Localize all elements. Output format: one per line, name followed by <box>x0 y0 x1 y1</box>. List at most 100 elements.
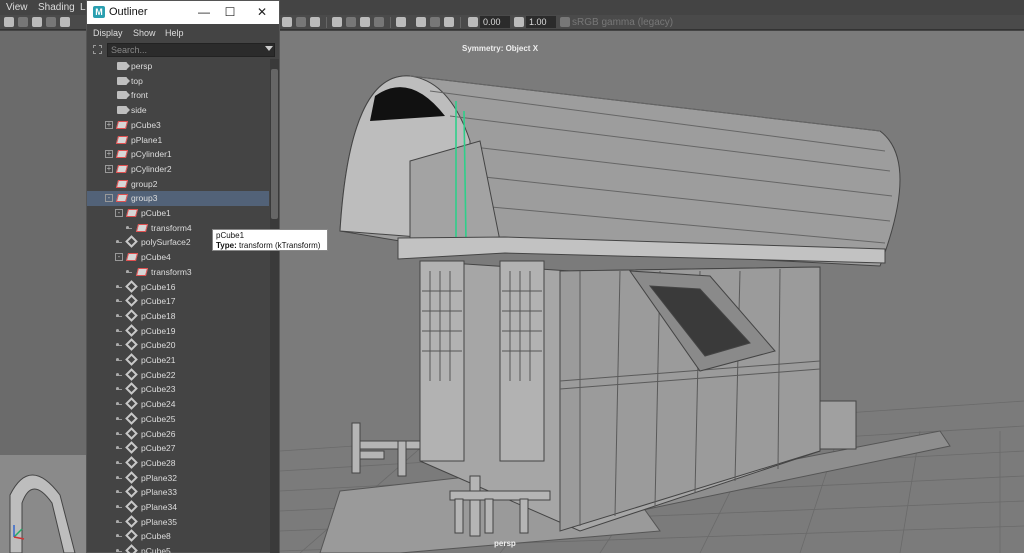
outliner-item[interactable]: pCube17 <box>87 294 269 309</box>
scrollbar-thumb[interactable] <box>271 69 278 219</box>
outliner-titlebar[interactable]: M Outliner — ☐ ✕ <box>87 1 279 24</box>
exposure-icon[interactable] <box>468 17 478 27</box>
outliner-scrollbar[interactable] <box>270 59 279 553</box>
ambient-occlusion-icon[interactable] <box>360 17 370 27</box>
close-button[interactable]: ✕ <box>253 4 271 20</box>
tree-node-dot <box>126 269 129 273</box>
image-plane-icon[interactable] <box>46 17 56 27</box>
tree-node-dot <box>116 313 119 317</box>
outliner-item-label: pCylinder1 <box>131 149 172 160</box>
gamma-field[interactable]: 1.00 <box>526 16 556 28</box>
minimize-button[interactable]: — <box>195 4 213 20</box>
outliner-item[interactable]: side <box>87 103 269 118</box>
outliner-item[interactable]: - pCube1 <box>87 206 269 221</box>
tree-node-dot <box>116 372 119 376</box>
collapse-icon[interactable]: - <box>115 209 123 217</box>
outliner-item[interactable]: + pCube3 <box>87 118 269 133</box>
xray-joints-icon[interactable] <box>430 17 440 27</box>
outliner-search-row <box>87 42 279 58</box>
outliner-item-label: pPlane1 <box>131 134 163 145</box>
outliner-item[interactable]: pPlane1 <box>87 133 269 148</box>
wireframe-icon[interactable] <box>282 17 292 27</box>
outliner-item[interactable]: - group3 <box>87 191 269 206</box>
xray-components-icon[interactable] <box>444 17 454 27</box>
mesh-icon <box>115 150 129 159</box>
search-input[interactable] <box>107 43 275 57</box>
textured-icon[interactable] <box>310 17 320 27</box>
isolate-select-icon[interactable] <box>396 17 406 27</box>
outliner-item[interactable]: pCube16 <box>87 279 269 295</box>
grid-toggle-icon[interactable] <box>60 17 70 27</box>
outliner-item[interactable]: pPlane33 <box>87 485 269 500</box>
outliner-item[interactable]: pCube21 <box>87 353 269 368</box>
shadows-icon[interactable] <box>346 17 356 27</box>
outliner-item-label: pCube19 <box>141 325 176 336</box>
outliner-item[interactable]: pCube20 <box>87 338 269 353</box>
outliner-item[interactable]: pCube26 <box>87 426 269 442</box>
search-options-chevron-down-icon[interactable] <box>265 46 273 51</box>
expand-icon[interactable]: + <box>105 150 113 159</box>
xray-icon[interactable] <box>416 17 426 27</box>
gamma-icon[interactable] <box>514 17 524 27</box>
transform-group-icon <box>125 235 138 249</box>
outliner-item[interactable]: group2 <box>87 177 269 192</box>
outliner-item[interactable]: + pCylinder1 <box>87 147 269 162</box>
outliner-item-label: group2 <box>131 178 158 189</box>
outliner-item[interactable]: top <box>87 74 269 89</box>
outliner-item[interactable]: - pCube4 <box>87 250 269 265</box>
outliner-tree: persp top front side + pCube3 pPlane1 + pCylinde… <box>87 59 279 553</box>
expand-icon[interactable]: + <box>105 120 113 129</box>
outliner-item[interactable]: pCube22 <box>87 367 269 383</box>
color-space-dropdown[interactable]: sRGB gamma (legacy) <box>572 17 673 28</box>
camera-icon <box>117 76 130 85</box>
camera-name-label: persp <box>494 539 516 548</box>
outliner-item[interactable]: pCube28 <box>87 456 269 471</box>
transform-group-icon <box>125 382 138 396</box>
outliner-item[interactable]: + pCylinder2 <box>87 162 269 177</box>
menu-show[interactable]: Show <box>133 28 156 38</box>
color-management-icon[interactable] <box>560 17 570 27</box>
outliner-item[interactable]: pCube24 <box>87 397 269 412</box>
bookmark-icon[interactable] <box>32 17 42 27</box>
viewport-3d[interactable]: Symmetry: Object X persp <box>280 31 1024 553</box>
outliner-item[interactable]: pCube5 <box>87 544 269 553</box>
filter-icon[interactable] <box>93 45 102 54</box>
lights-icon[interactable] <box>332 17 342 27</box>
outliner-item[interactable]: pCube18 <box>87 309 269 324</box>
menu-help[interactable]: Help <box>165 28 184 38</box>
camera-attributes-icon[interactable] <box>18 17 28 27</box>
outliner-item-label: side <box>131 105 147 116</box>
outliner-item-label: pCube28 <box>141 457 176 468</box>
exposure-field[interactable]: 0.00 <box>480 16 510 28</box>
outliner-title: Outliner <box>109 6 148 18</box>
maximize-button[interactable]: ☐ <box>221 4 239 20</box>
outliner-item[interactable]: pCube27 <box>87 441 269 456</box>
outliner-item[interactable]: pCube25 <box>87 411 269 427</box>
outliner-item[interactable]: pCube23 <box>87 382 269 397</box>
outliner-item[interactable]: front <box>87 88 269 103</box>
outliner-item[interactable]: persp <box>87 59 269 74</box>
outliner-item[interactable]: pCube8 <box>87 529 269 544</box>
outliner-item[interactable]: pPlane35 <box>87 514 269 530</box>
outliner-item-label: pCube17 <box>141 296 176 307</box>
motion-blur-icon[interactable] <box>374 17 384 27</box>
menu-shading[interactable]: Shading <box>38 2 75 13</box>
outliner-item-label: transform4 <box>151 222 192 233</box>
menu-view[interactable]: View <box>6 2 28 13</box>
outliner-item[interactable]: transform3 <box>87 265 269 280</box>
scene-render <box>280 75 1024 553</box>
camera-select-icon[interactable] <box>4 17 14 27</box>
outliner-item[interactable]: pCube19 <box>87 323 269 339</box>
collapse-icon[interactable]: - <box>105 194 113 203</box>
smooth-shade-icon[interactable] <box>296 17 306 27</box>
expand-icon[interactable]: + <box>105 164 113 173</box>
outliner-item[interactable]: pPlane32 <box>87 470 269 486</box>
outliner-item-label: pCube22 <box>141 369 176 380</box>
transform-group-icon <box>125 426 138 440</box>
transform-group-icon <box>125 529 138 543</box>
mesh-icon <box>125 253 139 262</box>
outliner-item[interactable]: pPlane34 <box>87 500 269 515</box>
mesh-icon <box>125 209 139 217</box>
menu-display[interactable]: Display <box>93 28 123 38</box>
collapse-icon[interactable]: - <box>115 253 123 262</box>
